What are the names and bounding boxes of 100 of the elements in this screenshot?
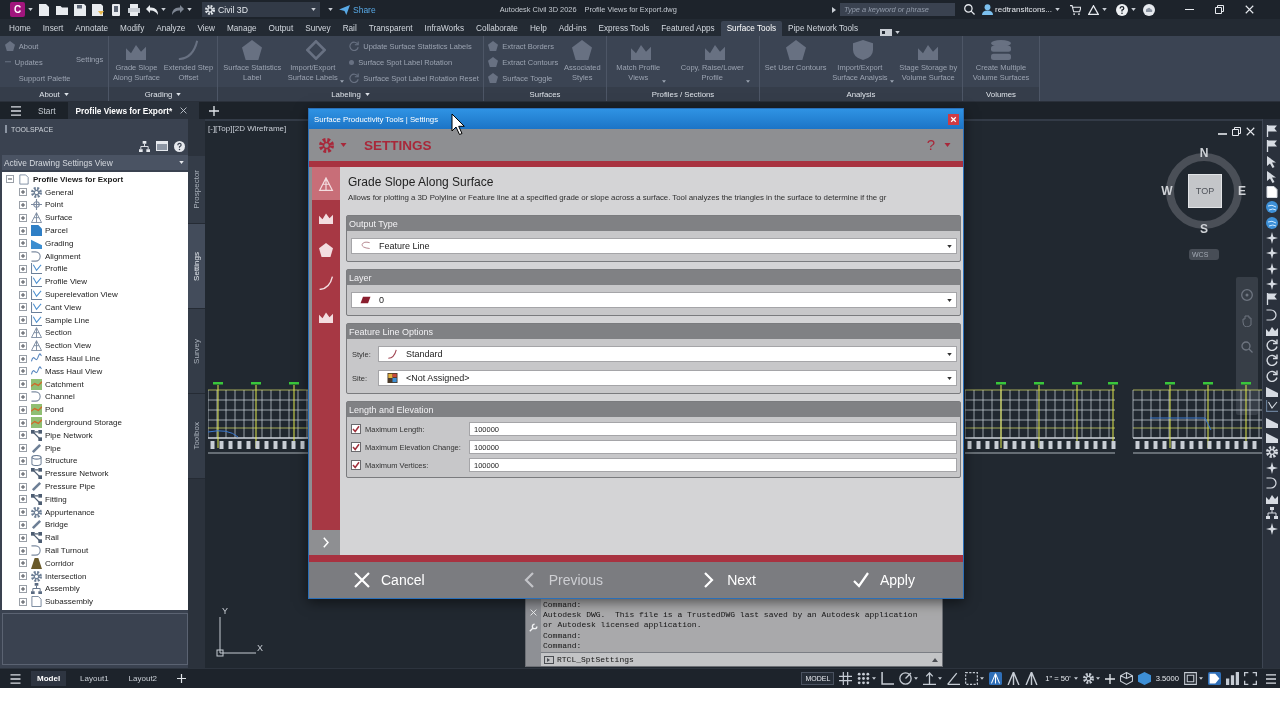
- curve-icon[interactable]: [1265, 476, 1278, 489]
- expand-toggle-icon[interactable]: [19, 290, 27, 299]
- close-icon[interactable]: [1245, 5, 1254, 14]
- refresh-icon[interactable]: [1265, 339, 1278, 352]
- caret-icon[interactable]: [187, 8, 192, 11]
- ribbon-tab[interactable]: InfraWorks: [418, 21, 471, 36]
- annotation-icon[interactable]: [989, 672, 1003, 685]
- ribbon-tab[interactable]: Analyze: [150, 21, 192, 36]
- expand-toggle-icon[interactable]: [19, 341, 27, 350]
- tree-item[interactable]: Fitting: [45, 494, 67, 504]
- expand-toggle-icon[interactable]: [19, 303, 27, 312]
- expand-toggle-icon[interactable]: [19, 367, 27, 376]
- tag-icon[interactable]: [1208, 672, 1221, 685]
- plus-icon[interactable]: [177, 674, 187, 683]
- tree-item[interactable]: Pressure Network: [45, 469, 109, 479]
- expand-toggle-icon[interactable]: [19, 226, 27, 235]
- expand-toggle-icon[interactable]: [19, 418, 27, 427]
- ribbon-tab[interactable]: Home: [3, 21, 37, 36]
- cart-icon[interactable]: [1070, 4, 1081, 15]
- expand-toggle-icon[interactable]: [19, 482, 27, 491]
- dialog-button[interactable]: Apply: [852, 572, 915, 588]
- wedge-icon[interactable]: [1265, 430, 1278, 443]
- share-button[interactable]: Share: [339, 4, 376, 15]
- help-icon[interactable]: [1116, 3, 1128, 16]
- expand-toggle-icon[interactable]: [6, 175, 14, 184]
- ribbon-tab[interactable]: Collaborate: [470, 21, 524, 36]
- tree-item[interactable]: Cant View: [45, 302, 82, 312]
- tree-item[interactable]: Sample Line: [45, 315, 90, 325]
- dropdown-field[interactable]: <Not Assigned>: [378, 370, 957, 386]
- tree-item[interactable]: Pipe: [45, 443, 61, 453]
- close-icon[interactable]: [180, 107, 188, 114]
- compass-letter[interactable]: W: [1161, 184, 1173, 198]
- expand-toggle-icon[interactable]: [19, 533, 27, 542]
- wedge-icon[interactable]: [1265, 385, 1278, 398]
- refresh-icon[interactable]: [1265, 369, 1278, 382]
- expand-toggle-icon[interactable]: [19, 469, 27, 478]
- expand-toggle-icon[interactable]: [19, 316, 27, 325]
- sparkle-icon[interactable]: [1265, 461, 1278, 474]
- tree-item[interactable]: Superelevation View: [45, 290, 118, 300]
- tree-item[interactable]: Rail Turnout: [45, 546, 89, 555]
- tree-item[interactable]: Point: [45, 200, 64, 210]
- tree-item[interactable]: Bridge: [45, 520, 69, 530]
- tree-item[interactable]: Alignment: [45, 251, 81, 261]
- ribbon-tab[interactable]: Express Tools: [592, 21, 656, 36]
- expand-toggle-icon[interactable]: [19, 508, 27, 517]
- expand-toggle-icon[interactable]: [19, 328, 27, 337]
- expand-toggle-icon[interactable]: [19, 201, 27, 209]
- hierarchy-icon[interactable]: [139, 140, 150, 152]
- caret-icon[interactable]: [28, 8, 33, 11]
- globe-icon[interactable]: [1265, 216, 1278, 229]
- viewport-label[interactable]: [-][Top][2D Wireframe]: [208, 124, 287, 133]
- tree-item[interactable]: Subassembly: [45, 597, 94, 607]
- menu-icon[interactable]: [10, 105, 22, 116]
- menu-icon[interactable]: [1266, 673, 1276, 684]
- expand-toggle-icon[interactable]: [19, 572, 27, 581]
- ribbon-tab[interactable]: Annotate: [69, 21, 115, 36]
- expand-toggle-icon[interactable]: [19, 392, 27, 401]
- hierarchy-icon[interactable]: [1265, 507, 1278, 520]
- tree-item[interactable]: Mass Haul Line: [45, 354, 101, 364]
- bar-chart-icon[interactable]: [1226, 672, 1239, 685]
- tree-item[interactable]: Parcel: [45, 226, 68, 236]
- ribbon-tab[interactable]: Manage: [221, 21, 263, 36]
- document-icon[interactable]: [1265, 186, 1278, 199]
- ribbon-tab[interactable]: Surface Tools: [720, 21, 783, 36]
- tree-item[interactable]: Rail: [45, 533, 59, 543]
- dropdown-field[interactable]: Standard: [378, 346, 957, 362]
- expand-toggle-icon[interactable]: [19, 213, 27, 222]
- curve-icon[interactable]: [1265, 308, 1278, 321]
- expand-toggle-icon[interactable]: [19, 252, 27, 261]
- tree-item[interactable]: Pond: [45, 405, 64, 415]
- page-icon[interactable]: [38, 3, 50, 16]
- compass-letter[interactable]: E: [1236, 184, 1248, 198]
- view-dropdown[interactable]: Active Drawing Settings View: [2, 155, 188, 170]
- wedge-icon[interactable]: [1265, 415, 1278, 428]
- triangle-logo-icon[interactable]: [1088, 4, 1099, 15]
- palette-tab[interactable]: Toolbox: [188, 394, 205, 479]
- tree-item[interactable]: Section: [45, 328, 72, 338]
- checkbox[interactable]: [351, 424, 361, 434]
- caret-icon[interactable]: [176, 92, 182, 96]
- compass-letter[interactable]: N: [1198, 146, 1210, 160]
- expand-toggle-icon[interactable]: [19, 431, 27, 440]
- fullscreen-icon[interactable]: [1244, 672, 1257, 685]
- restore-icon[interactable]: [1215, 5, 1224, 14]
- sparkle-icon[interactable]: [1265, 247, 1278, 260]
- palette-tab[interactable]: Settings: [188, 224, 205, 309]
- ortho-icon[interactable]: [881, 672, 895, 685]
- close-icon[interactable]: [1246, 127, 1255, 136]
- command-input[interactable]: RTCL_SptSettings: [541, 652, 942, 666]
- globe-icon[interactable]: [1265, 201, 1278, 214]
- grid-icon[interactable]: [839, 672, 853, 685]
- expand-toggle-icon[interactable]: [19, 239, 27, 248]
- caret-icon[interactable]: [63, 92, 69, 96]
- tree-item[interactable]: Pressure Pipe: [45, 482, 96, 491]
- expand-toggle-icon[interactable]: [19, 559, 27, 568]
- tree-item[interactable]: Underground Storage: [45, 418, 122, 428]
- ribbon-tab[interactable]: Featured Apps: [655, 21, 721, 36]
- printer-icon[interactable]: [128, 3, 140, 16]
- refresh-icon[interactable]: [1265, 354, 1278, 367]
- caret-icon[interactable]: [161, 8, 166, 11]
- annotation-icon[interactable]: [1025, 672, 1039, 685]
